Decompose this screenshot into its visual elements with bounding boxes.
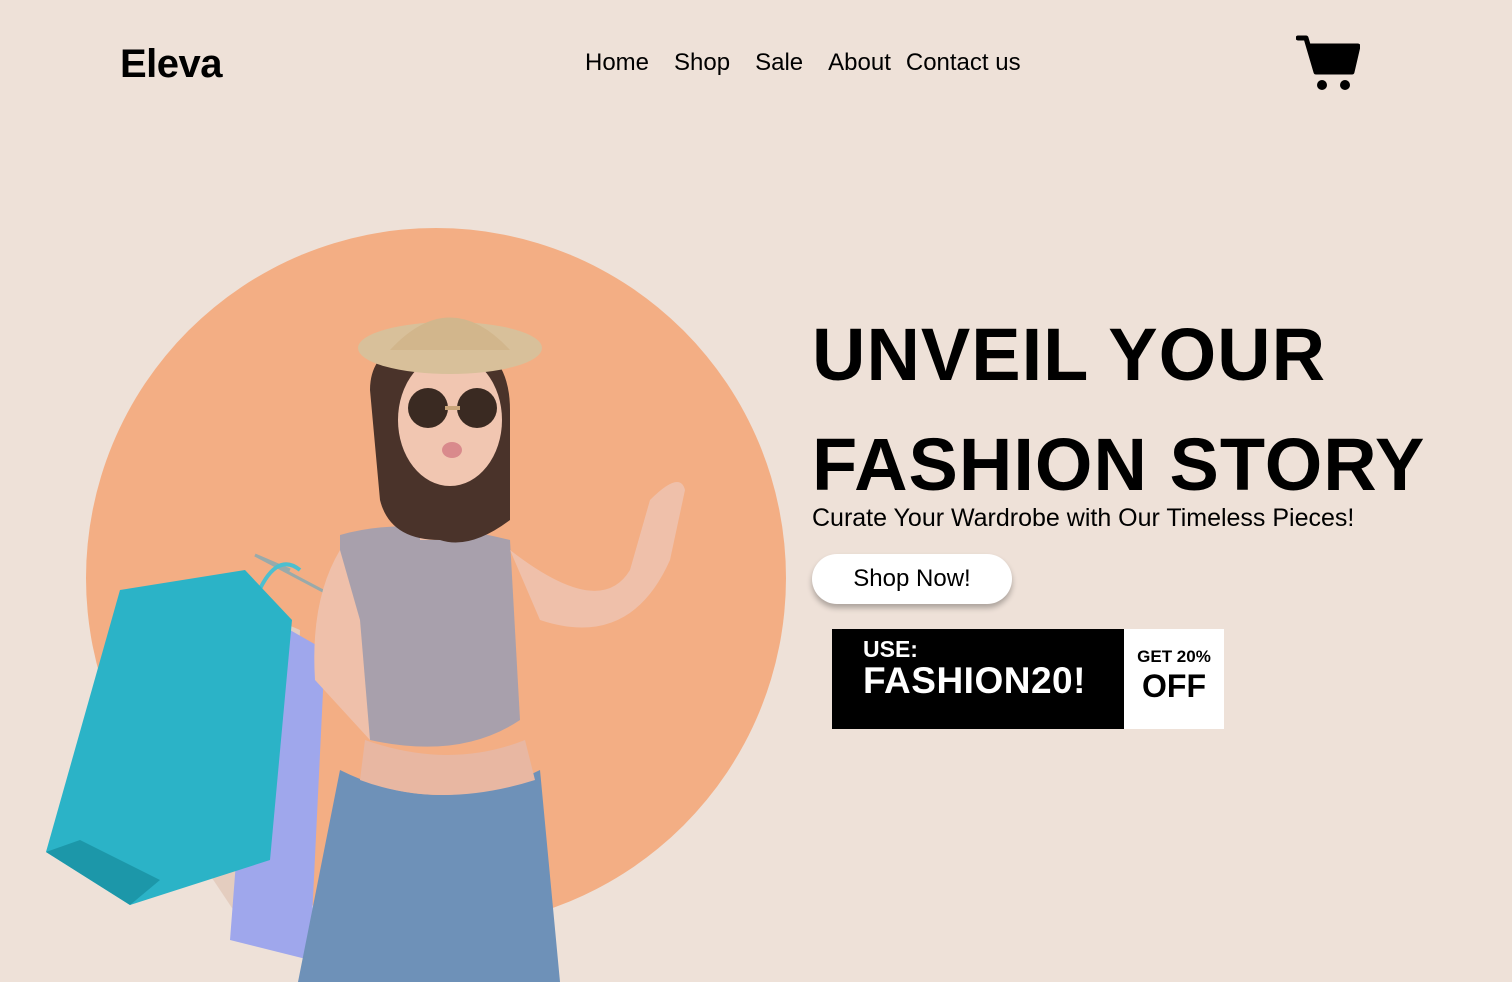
hero-headline-line-1: UNVEIL YOUR — [812, 313, 1327, 396]
shop-now-button[interactable]: Shop Now! — [812, 554, 1012, 604]
cart-icon-graphic — [1295, 35, 1361, 90]
promo-offer-line-2: OFF — [1142, 668, 1206, 704]
nav-shop[interactable]: Shop — [674, 46, 730, 80]
promo-code-panel: USE: FASHION20! — [832, 629, 1124, 729]
nav-contact-us[interactable]: Contact us — [906, 46, 1021, 80]
promo-offer-panel: GET 20% OFF — [1124, 629, 1224, 729]
brand-logo[interactable]: Eleva — [120, 38, 223, 90]
promo-code: FASHION20! — [863, 660, 1086, 701]
nav-home[interactable]: Home — [585, 46, 649, 80]
promo-banner: USE: FASHION20! GET 20% OFF — [832, 629, 1224, 729]
nav-sale[interactable]: Sale — [755, 46, 803, 80]
shopping-bags-illustration — [46, 553, 341, 960]
woman-illustration — [298, 317, 685, 982]
nav-about[interactable]: About — [828, 46, 891, 80]
hero-headline: UNVEIL YOUR FASHION STORY — [812, 300, 1425, 520]
promo-offer-line-1: GET 20% — [1137, 647, 1211, 666]
hero-image — [46, 317, 685, 982]
hero-subheadline: Curate Your Wardrobe with Our Timeless P… — [812, 504, 1355, 532]
main-nav: Home Shop Sale About Contact us — [585, 46, 1021, 80]
cart-icon[interactable] — [1295, 32, 1361, 92]
